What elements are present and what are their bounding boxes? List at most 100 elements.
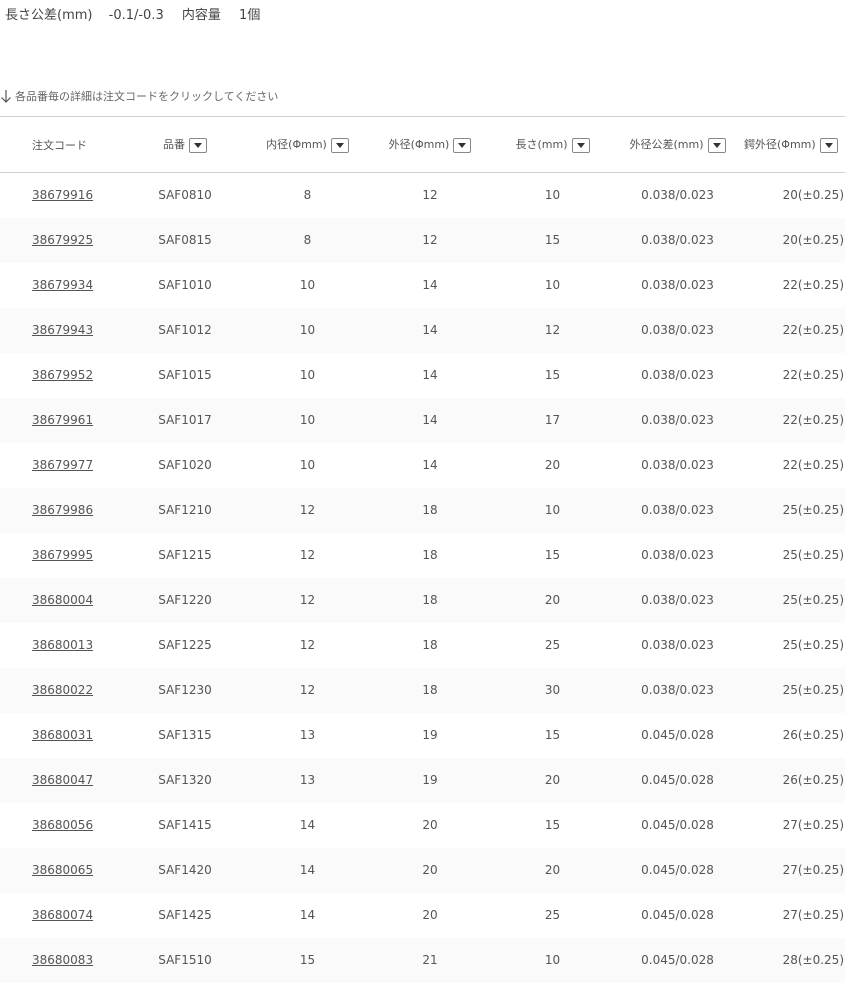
outer-tolerance-cell: 0.038/0.023 bbox=[641, 323, 714, 337]
length-cell: 15 bbox=[544, 368, 561, 382]
flange-diameter-cell: 20(±0.25) bbox=[782, 188, 844, 203]
table-row: 38680074 SAF1425 14 20 25 0.045/0.028 27(±0.25… bbox=[0, 893, 845, 938]
header-part-no: 品番 bbox=[125, 117, 245, 173]
part-no-filter-dropdown-icon[interactable] bbox=[189, 137, 207, 153]
outer-tolerance-cell: 0.045/0.028 bbox=[641, 908, 714, 922]
outer-tolerance-cell: 0.038/0.023 bbox=[641, 458, 714, 472]
order-code-cell: 38680013 bbox=[0, 623, 125, 668]
order-code-cell: 38679995 bbox=[0, 533, 125, 578]
length-cell: 12 bbox=[544, 323, 561, 337]
outer-tolerance-cell: 0.038/0.023 bbox=[641, 188, 714, 203]
order-code-link[interactable]: 38679977 bbox=[32, 458, 93, 472]
order-code-link[interactable]: 38679934 bbox=[32, 278, 93, 292]
length-cell: 10 bbox=[544, 953, 561, 967]
length-tolerance-value: -0.1/-0.3 bbox=[108, 8, 164, 23]
part-no-cell: SAF1012 bbox=[158, 323, 212, 337]
order-code-link[interactable]: 38680022 bbox=[32, 683, 93, 697]
flange-diameter-cell: 26(±0.25) bbox=[782, 773, 844, 787]
order-code-link[interactable]: 38680004 bbox=[32, 593, 93, 607]
order-code-cell: 38679952 bbox=[0, 353, 125, 398]
order-code-cell: 38679977 bbox=[0, 443, 125, 488]
order-code-link[interactable]: 38680013 bbox=[32, 638, 93, 652]
order-code-link[interactable]: 38680074 bbox=[32, 908, 93, 922]
order-code-cell: 38680083 bbox=[0, 938, 125, 983]
order-code-link[interactable]: 38680056 bbox=[32, 818, 93, 832]
inner-diameter-cell: 8 bbox=[303, 233, 312, 247]
outer-diameter-cell: 19 bbox=[422, 773, 438, 787]
header-outer-tolerance-label: 外径公差(mm) bbox=[629, 138, 704, 152]
outer-diameter-cell: 18 bbox=[422, 503, 438, 517]
outer-tolerance-cell: 0.038/0.023 bbox=[641, 503, 714, 517]
order-code-link[interactable]: 38680031 bbox=[32, 728, 93, 742]
inner-diameter-cell: 13 bbox=[299, 728, 316, 742]
length-cell: 10 bbox=[544, 278, 561, 292]
order-code-cell: 38680004 bbox=[0, 578, 125, 623]
order-code-cell: 38680065 bbox=[0, 848, 125, 893]
outer-diameter-cell: 19 bbox=[422, 728, 438, 742]
part-no-cell: SAF1220 bbox=[158, 593, 212, 607]
inner-diameter-cell: 14 bbox=[299, 908, 316, 922]
flange-diameter-cell: 22(±0.25) bbox=[782, 323, 844, 337]
length-cell: 15 bbox=[544, 548, 561, 562]
inner-diameter-filter-dropdown-icon[interactable] bbox=[330, 137, 349, 153]
outer-diameter-cell: 14 bbox=[422, 458, 438, 472]
product-table: 注文コード 品番 内径(Φmm) 外径(Φmm) 長さ(mm) 外径公差(mm) bbox=[0, 116, 845, 983]
length-tolerance-label: 長さ公差(mm) bbox=[5, 8, 93, 23]
outer-tolerance-cell: 0.045/0.028 bbox=[641, 818, 714, 832]
order-code-link[interactable]: 38679986 bbox=[32, 503, 93, 517]
outer-diameter-cell: 18 bbox=[422, 683, 438, 697]
header-order-code: 注文コード bbox=[0, 117, 125, 173]
part-no-cell: SAF1010 bbox=[158, 278, 212, 292]
length-cell: 10 bbox=[544, 188, 561, 203]
outer-tolerance-cell: 0.045/0.028 bbox=[641, 863, 714, 877]
flange-diameter-cell: 27(±0.25) bbox=[782, 818, 844, 832]
spec-summary: 長さ公差(mm) -0.1/-0.3 内容量 1個 bbox=[5, 4, 260, 23]
order-code-link[interactable]: 38679925 bbox=[32, 233, 93, 247]
flange-diameter-cell: 25(±0.25) bbox=[782, 683, 844, 697]
order-code-link[interactable]: 38679961 bbox=[32, 413, 93, 427]
header-order-code-label: 注文コード bbox=[32, 138, 87, 152]
order-code-link[interactable]: 38679943 bbox=[32, 323, 93, 337]
inner-diameter-cell: 8 bbox=[303, 188, 312, 203]
flange-diameter-cell: 28(±0.25) bbox=[782, 953, 844, 967]
flange-diameter-filter-dropdown-icon[interactable] bbox=[819, 137, 838, 153]
header-part-no-label: 品番 bbox=[163, 138, 185, 152]
inner-diameter-cell: 10 bbox=[299, 323, 316, 337]
order-code-cell: 38679934 bbox=[0, 263, 125, 308]
product-table-container[interactable]: 注文コード 品番 内径(Φmm) 外径(Φmm) 長さ(mm) 外径公差(mm) bbox=[0, 116, 845, 983]
outer-tolerance-cell: 0.038/0.023 bbox=[641, 368, 714, 382]
outer-diameter-cell: 18 bbox=[422, 593, 438, 607]
inner-diameter-cell: 12 bbox=[299, 503, 316, 517]
inner-diameter-cell: 14 bbox=[299, 863, 316, 877]
order-code-cell: 38679916 bbox=[0, 173, 125, 218]
order-code-link[interactable]: 38680083 bbox=[32, 953, 93, 967]
order-code-cell: 38679925 bbox=[0, 218, 125, 263]
flange-diameter-cell: 25(±0.25) bbox=[782, 593, 844, 607]
header-flange-diameter-label: 鍔外径(Φmm) bbox=[744, 138, 816, 152]
length-filter-dropdown-icon[interactable] bbox=[571, 137, 590, 153]
inner-diameter-cell: 13 bbox=[299, 773, 316, 787]
length-cell: 17 bbox=[544, 413, 561, 427]
inner-diameter-cell: 10 bbox=[299, 413, 316, 427]
table-row: 38679943 SAF1012 10 14 12 0.038/0.023 22(±0.25… bbox=[0, 307, 845, 353]
table-row: 38679986 SAF1210 12 18 10 0.038/0.023 25(±0.25… bbox=[0, 487, 845, 533]
table-header-row: 注文コード 品番 内径(Φmm) 外径(Φmm) 長さ(mm) 外径公差(mm) bbox=[0, 116, 845, 173]
table-row: 38679961 SAF1017 10 14 17 0.038/0.023 22(±0.25… bbox=[0, 397, 845, 443]
part-no-cell: SAF1415 bbox=[158, 818, 212, 832]
length-cell: 20 bbox=[544, 773, 561, 787]
outer-tolerance-cell: 0.038/0.023 bbox=[641, 278, 714, 292]
outer-diameter-cell: 18 bbox=[422, 548, 438, 562]
arrow-down-icon bbox=[1, 90, 11, 103]
order-code-link[interactable]: 38680065 bbox=[32, 863, 93, 877]
order-code-link[interactable]: 38679916 bbox=[32, 188, 93, 202]
flange-diameter-cell: 27(±0.25) bbox=[782, 908, 844, 922]
outer-tolerance-filter-dropdown-icon[interactable] bbox=[707, 137, 726, 153]
order-code-link[interactable]: 38679995 bbox=[32, 548, 93, 562]
length-cell: 20 bbox=[544, 863, 561, 877]
table-row: 38680004 SAF1220 12 18 20 0.038/0.023 25(±0.25… bbox=[0, 577, 845, 623]
flange-diameter-cell: 22(±0.25) bbox=[782, 458, 844, 472]
order-code-link[interactable]: 38679952 bbox=[32, 368, 93, 382]
outer-diameter-filter-dropdown-icon[interactable] bbox=[453, 137, 472, 153]
flange-diameter-cell: 20(±0.25) bbox=[782, 233, 844, 247]
order-code-link[interactable]: 38680047 bbox=[32, 773, 93, 787]
